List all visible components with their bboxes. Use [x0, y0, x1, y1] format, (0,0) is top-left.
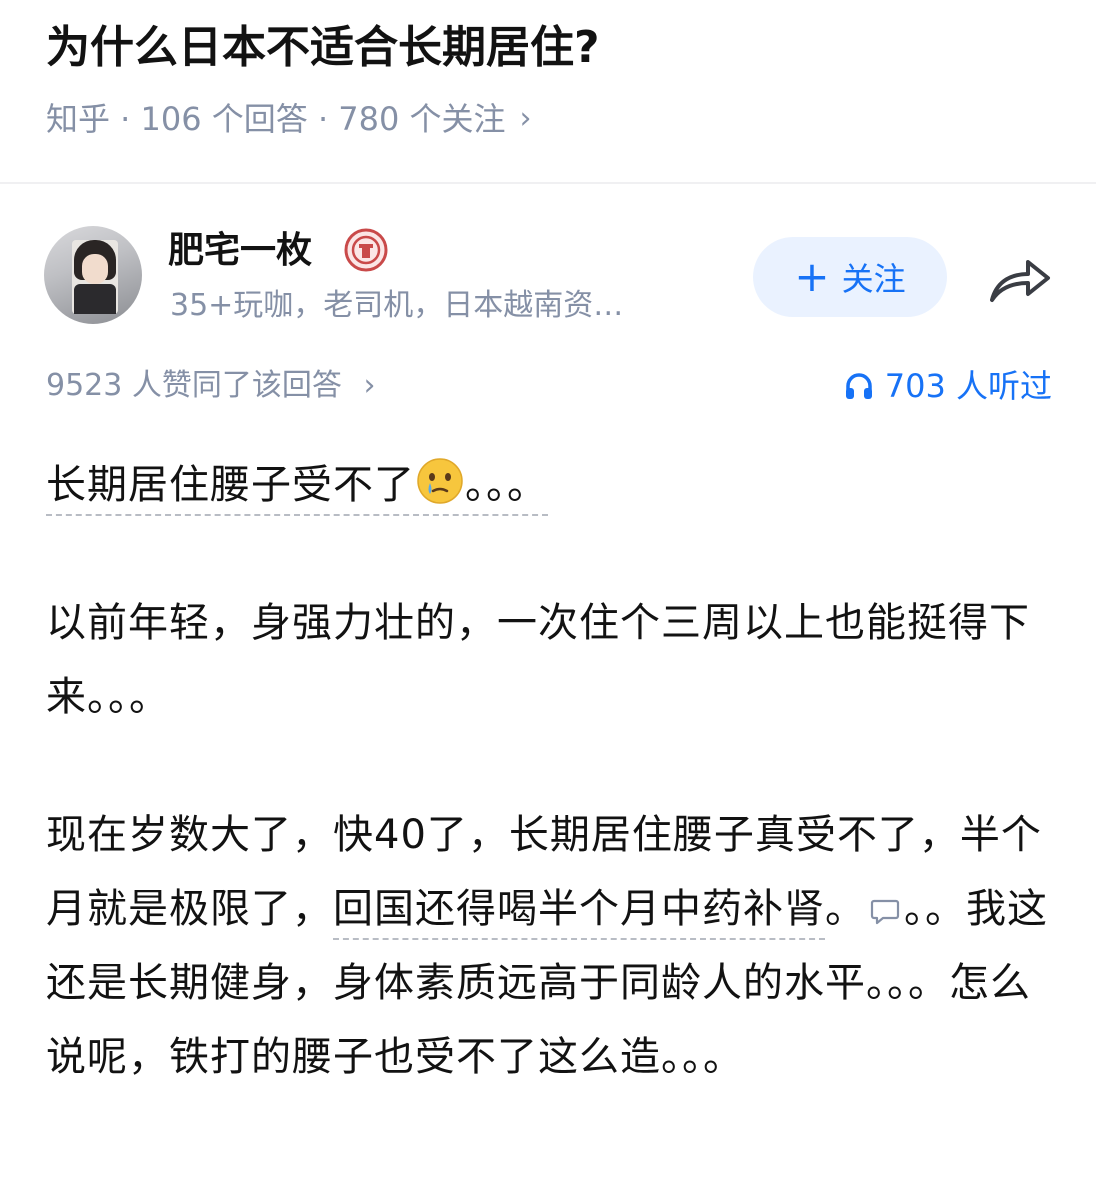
avatar-body — [74, 284, 116, 314]
author-name[interactable]: 肥宅一枚 — [168, 226, 312, 276]
divider — [0, 182, 1096, 184]
crying-face-emoji-icon — [417, 458, 463, 504]
author-description: 35+玩咖，老司机，日本越南资… — [170, 288, 624, 323]
avatar[interactable] — [44, 226, 142, 324]
p1-tail: 。。。 — [465, 462, 548, 508]
p1-text: 长期居住腰子受不了 — [46, 462, 415, 508]
plus-icon: + — [794, 252, 830, 301]
follow-button[interactable]: + 关注 — [753, 237, 947, 317]
headphones-icon — [845, 373, 872, 399]
question-meta-text: 知乎 · 106 个回答 · 780 个关注 — [46, 100, 506, 138]
highlight-phrase[interactable]: 回国还得喝半个月中药补肾 — [333, 886, 825, 940]
chevron-right-icon: › — [519, 101, 532, 136]
highlight-phrase[interactable]: 长期居住腰子受不了 。。。 — [46, 458, 548, 516]
answer-paragraph-2: 以前年轻，身强力壮的，一次住个三周以上也能挺得下来。。。 — [46, 600, 1030, 720]
vote-count[interactable]: 9523 人赞同了该回答 › — [46, 364, 375, 408]
question-meta[interactable]: 知乎 · 106 个回答 · 780 个关注 › — [46, 96, 532, 142]
comment-icon[interactable] — [870, 898, 900, 926]
badge-icon[interactable] — [344, 228, 388, 272]
question-title[interactable]: 为什么日本不适合长期居住? — [46, 18, 600, 78]
p3-text-b: 。 — [825, 886, 866, 932]
vote-count-text: 9523 人赞同了该回答 — [46, 368, 342, 403]
listen-count-text: 703 人听过 — [884, 367, 1052, 405]
answer-paragraph-1: 长期居住腰子受不了 。。。 — [46, 448, 1056, 522]
answer-page: 为什么日本不适合长期居住? 知乎 · 106 个回答 · 780 个关注 › 肥… — [0, 0, 1096, 1200]
answer-paragraph-3: 现在岁数大了，快40了，长期居住腰子真受不了，半个月就是极限了，回国还得喝半个月… — [46, 798, 1056, 1094]
avatar-face — [82, 254, 108, 284]
listen-count[interactable]: 703 人听过 — [843, 364, 1052, 408]
follow-label: 关注 — [841, 260, 906, 298]
share-arrow-icon[interactable] — [986, 250, 1054, 308]
chevron-right-icon: › — [363, 368, 376, 403]
